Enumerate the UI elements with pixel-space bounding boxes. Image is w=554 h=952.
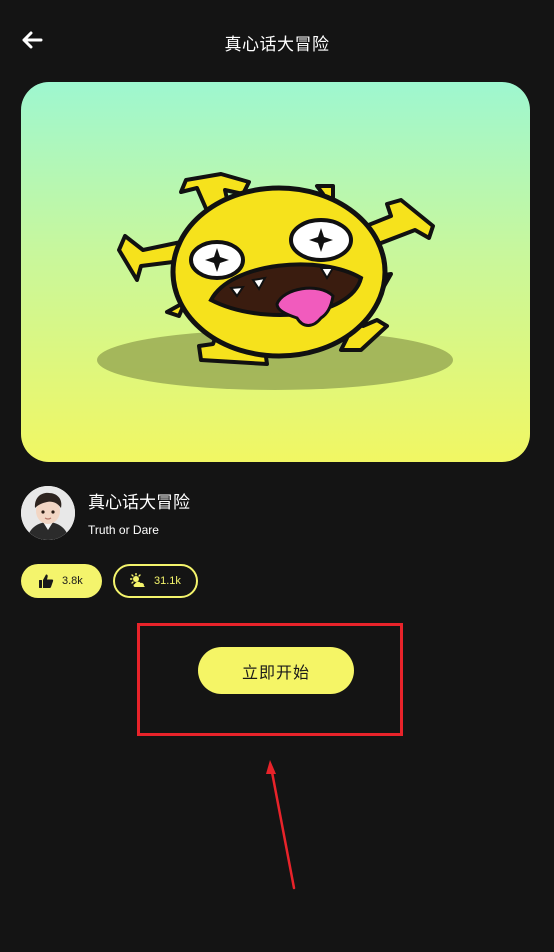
likes-count: 3.8k [62,575,83,587]
page-title: 真心话大冒险 [224,35,330,55]
thumbs-up-icon [38,573,54,589]
game-info: 真心话大冒险 Truth or Dare [21,486,521,542]
game-name: 真心话大冒险 [88,493,190,513]
sun-cloud-icon [130,573,146,589]
game-subtitle: Truth or Dare [88,523,159,537]
avatar[interactable] [21,486,75,540]
top-bar: 真心话大冒险 [0,0,554,84]
plays-count: 31.1k [154,575,181,587]
likes-badge[interactable]: 3.8k [21,564,102,598]
annotation-arrow [266,760,296,890]
game-cover-image [21,82,530,462]
plays-badge[interactable]: 31.1k [113,564,198,598]
start-now-button[interactable]: 立即开始 [198,647,354,694]
